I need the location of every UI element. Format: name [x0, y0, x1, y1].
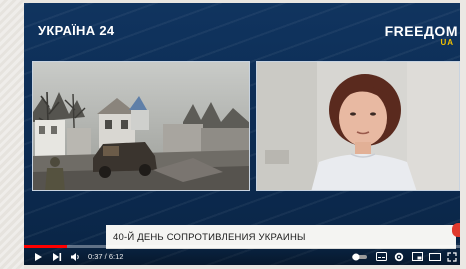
fullscreen-icon	[447, 251, 457, 262]
theater-mode-icon	[429, 252, 441, 261]
volume-icon	[70, 252, 79, 261]
settings-button[interactable]	[390, 248, 408, 265]
subtitles-icon	[375, 252, 387, 261]
autoplay-toggle-icon	[352, 253, 367, 260]
guest-speaker-image	[257, 62, 459, 190]
channel-logo-freedom: FREEДOM UA	[385, 23, 458, 47]
channel-logo-ukraina24: УКРАЇНА 24	[38, 23, 115, 38]
page-background-pattern	[0, 0, 24, 269]
video-panel-guest-speaker	[256, 61, 460, 191]
volume-button[interactable]	[66, 248, 84, 265]
next-icon	[53, 252, 62, 261]
video-panel-street-scene	[32, 61, 250, 191]
fullscreen-button[interactable]	[444, 248, 460, 265]
autoplay-toggle[interactable]	[348, 248, 372, 265]
street-scene-image	[33, 62, 249, 190]
subtitles-button[interactable]	[372, 248, 390, 265]
video-player[interactable]: УКРАЇНА 24 FREEДOM UA 40-Й ДЕНЬ СОПРОТИВ…	[24, 3, 460, 265]
gear-icon	[394, 252, 404, 261]
freedom-logo-text: FREEДOM	[384, 23, 458, 39]
lower-third-text: 40-Й ДЕНЬ СОПРОТИВЛЕНИЯ УКРАИНЫ	[113, 231, 306, 243]
play-icon	[35, 252, 42, 261]
time-display: 0:37 / 6:12	[88, 252, 124, 261]
miniplayer-button[interactable]	[408, 248, 426, 265]
freedom-logo-sub: UA	[440, 38, 454, 47]
miniplayer-icon	[411, 252, 423, 261]
lower-third-accent	[452, 223, 460, 237]
theater-mode-button[interactable]	[426, 248, 444, 265]
player-controls: 0:37 / 6:12	[24, 248, 460, 265]
page-background-right	[460, 0, 466, 269]
next-button[interactable]	[48, 248, 66, 265]
play-button[interactable]	[28, 248, 48, 265]
